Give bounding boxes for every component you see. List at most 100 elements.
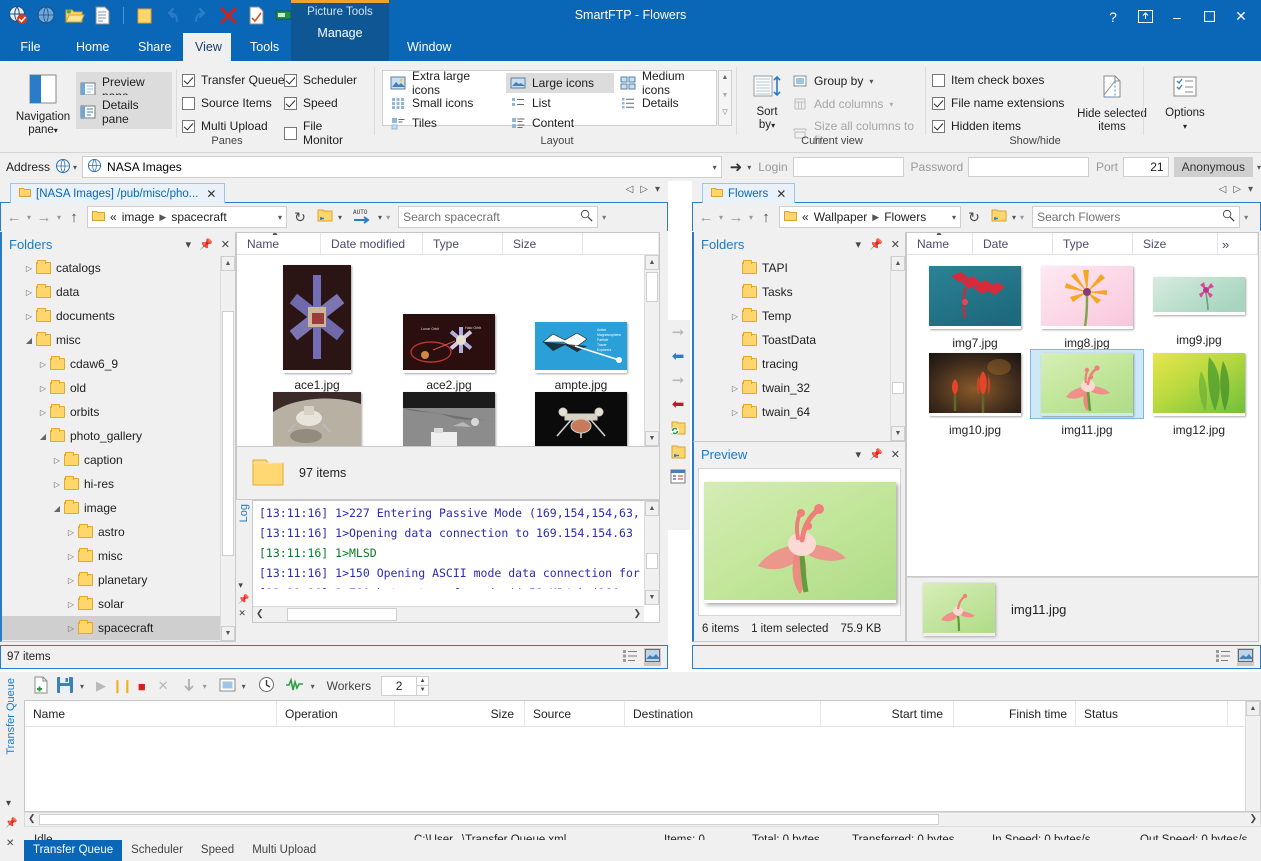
right-breadcrumb-part-2[interactable]: Flowers — [884, 210, 926, 224]
view-details[interactable]: Details — [616, 93, 718, 113]
right-tree-scroll-up-icon[interactable]: ▲ — [891, 256, 905, 271]
tree-item-data[interactable]: ▷data — [2, 280, 235, 304]
tree-expander-open-icon[interactable]: ◢ — [22, 336, 36, 345]
left-search-options-icon[interactable]: ▾ — [602, 213, 606, 222]
view-large-icons[interactable]: Large icons — [506, 73, 614, 93]
workers-stepper[interactable]: ▲ ▼ — [416, 676, 429, 696]
options-button[interactable]: Options▾ — [1154, 71, 1216, 133]
file-item-img12[interactable]: img12.jpg — [1143, 350, 1255, 437]
queue-move-dropdown-icon[interactable]: ▾ — [203, 682, 207, 691]
bottom-tab-multi-upload[interactable]: Multi Upload — [243, 840, 325, 861]
sort-by-button[interactable]: Sort by▾ — [746, 71, 788, 132]
tree-item-solar[interactable]: ▷solar — [2, 592, 235, 616]
bottom-tab-scheduler[interactable]: Scheduler — [122, 840, 192, 861]
folders-menu-icon[interactable]: ▾ — [186, 238, 192, 251]
left-breadcrumb-dropdown-icon[interactable]: ▾ — [278, 213, 282, 222]
details-pane-button[interactable]: Details pane — [76, 95, 172, 129]
navigation-pane-button[interactable]: Navigation pane▾ — [12, 71, 74, 137]
right-forward-dropdown-icon[interactable]: ▾ — [749, 213, 753, 222]
right-column-type[interactable]: Type — [1053, 233, 1133, 254]
right-breadcrumb[interactable]: « Wallpaper ▶ Flowers ▾ — [779, 206, 961, 228]
tq-column-destination[interactable]: Destination — [625, 701, 821, 726]
link-folder-dropdown-icon[interactable]: ▾ — [338, 213, 342, 222]
log-scroll-up-icon[interactable]: ▲ — [645, 501, 659, 516]
tq-column-source[interactable]: Source — [525, 701, 625, 726]
right-column-name[interactable]: ▲ Name — [907, 233, 973, 254]
help-button[interactable]: ? — [1097, 0, 1129, 33]
tree-item-misc[interactable]: ◢misc — [2, 328, 235, 352]
queue-view-icon[interactable] — [219, 677, 236, 696]
port-input[interactable]: 21 — [1123, 157, 1169, 177]
log-vscrollbar[interactable]: ▲ ▼ — [644, 501, 659, 605]
column-type[interactable]: Type — [423, 233, 503, 254]
new-queue-icon[interactable] — [32, 676, 50, 697]
stop-queue-icon[interactable]: ■ — [138, 679, 146, 694]
tree-item-toastdata[interactable]: ToastData — [694, 328, 905, 352]
tree-expander-open-icon[interactable]: ◢ — [50, 504, 64, 513]
tree-expander-closed-icon[interactable]: ▷ — [64, 624, 78, 633]
preview-menu-icon[interactable]: ▾ — [856, 448, 862, 461]
column-name[interactable]: ▲ Name — [237, 233, 321, 254]
log-hscroll-left-icon[interactable]: ❮ — [256, 608, 264, 619]
address-globe-icon[interactable] — [55, 158, 71, 177]
file-item-4[interactable] — [251, 392, 383, 447]
layout-gallery-scroll[interactable]: ▲ ▼ ▽ — [718, 70, 732, 126]
tree-expander-closed-icon[interactable]: ▷ — [64, 600, 78, 609]
right-column-overflow[interactable]: » — [1218, 233, 1258, 254]
toolbar-overflow-icon[interactable]: ▾ — [386, 213, 390, 222]
file-item-ampte[interactable]: ActiveMagnetosphericParticleTracerExplor… — [515, 265, 647, 392]
tq-column-status[interactable]: Status — [1076, 701, 1228, 726]
log-scroll-down-icon[interactable]: ▼ — [645, 590, 659, 605]
right-column-size[interactable]: Size — [1133, 233, 1218, 254]
tree-expander-closed-icon[interactable]: ▷ — [22, 288, 36, 297]
left-files-scrollbar[interactable]: ▲ ▼ — [644, 255, 659, 446]
tree-expander-closed-icon[interactable]: ▷ — [50, 456, 64, 465]
right-folders-close-icon[interactable]: ✕ — [891, 238, 900, 251]
tree-item-catalogs[interactable]: ▷catalogs — [2, 256, 235, 280]
log-menu-icon[interactable]: ▾ — [238, 580, 249, 591]
tree-expander-closed-icon[interactable]: ▷ — [64, 528, 78, 537]
tree-item-cdaw6-9[interactable]: ▷cdaw6_9 — [2, 352, 235, 376]
right-file-list[interactable]: ▲ Name Date Type Size » img7.jpg — [906, 232, 1259, 577]
tab-home[interactable]: Home — [64, 33, 120, 61]
left-tree-scroll-up-icon[interactable]: ▲ — [221, 256, 235, 271]
tq-column-size[interactable]: Size — [395, 701, 525, 726]
tree-item-astro[interactable]: ▷astro — [2, 520, 235, 544]
checkbox-multi-upload[interactable]: Multi Upload — [182, 119, 268, 133]
link-folder-icon[interactable] — [317, 208, 334, 227]
tq-column-name[interactable]: Name — [25, 701, 277, 726]
checkbox-speed[interactable]: Speed — [284, 96, 338, 110]
tree-expander-closed-icon[interactable]: ▷ — [36, 408, 50, 417]
ribbon-display-options-icon[interactable] — [1129, 0, 1161, 33]
file-item-ace1[interactable]: ace1.jpg — [251, 265, 383, 392]
tab-share[interactable]: Share — [126, 33, 178, 61]
folders-pin-icon[interactable]: 📌 — [199, 238, 213, 251]
workers-stepper-down-icon[interactable]: ▼ — [416, 686, 429, 696]
right-folder-tree[interactable]: TAPITasks▷TempToastDatatracing▷twain_32▷… — [694, 256, 905, 440]
search-icon[interactable] — [580, 209, 593, 225]
right-view-details-toggle-icon[interactable] — [1215, 648, 1231, 666]
right-column-date[interactable]: Date — [973, 233, 1053, 254]
refresh-button[interactable]: ↻ — [291, 207, 309, 227]
transfer-queue-grid[interactable]: Name Operation Size Source Destination S… — [24, 700, 1261, 812]
folders-close-icon[interactable]: ✕ — [221, 238, 230, 251]
tree-expander-closed-icon[interactable]: ▷ — [728, 408, 742, 417]
workers-stepper-up-icon[interactable]: ▲ — [416, 676, 429, 686]
checkbox-file-name-extensions[interactable]: File name extensions — [932, 96, 1064, 110]
view-tiles[interactable]: Tiles — [386, 113, 504, 133]
back-dropdown-icon[interactable]: ▾ — [27, 213, 31, 222]
tab-file[interactable]: File — [8, 33, 53, 61]
speed-graph-dropdown-icon[interactable]: ▾ — [311, 682, 315, 691]
tree-item-twain-32[interactable]: ▷twain_32 — [694, 376, 905, 400]
tq-column-finish-time[interactable]: Finish time — [954, 701, 1076, 726]
right-tree-scroll-thumb[interactable] — [892, 382, 904, 394]
view-content[interactable]: Content — [506, 113, 614, 133]
tq-close-icon[interactable]: ✕ — [6, 838, 14, 849]
view-small-icons[interactable]: Small icons — [386, 93, 504, 113]
bottom-tab-transfer-queue[interactable]: Transfer Queue — [24, 840, 122, 861]
tq-column-operation[interactable]: Operation — [277, 701, 395, 726]
save-queue-icon[interactable] — [56, 676, 74, 697]
left-files-scroll-up-icon[interactable]: ▲ — [645, 255, 659, 270]
log-hscrollbar[interactable]: ❮ ❯ — [253, 606, 644, 622]
scheduler-clock-icon[interactable] — [258, 676, 275, 696]
